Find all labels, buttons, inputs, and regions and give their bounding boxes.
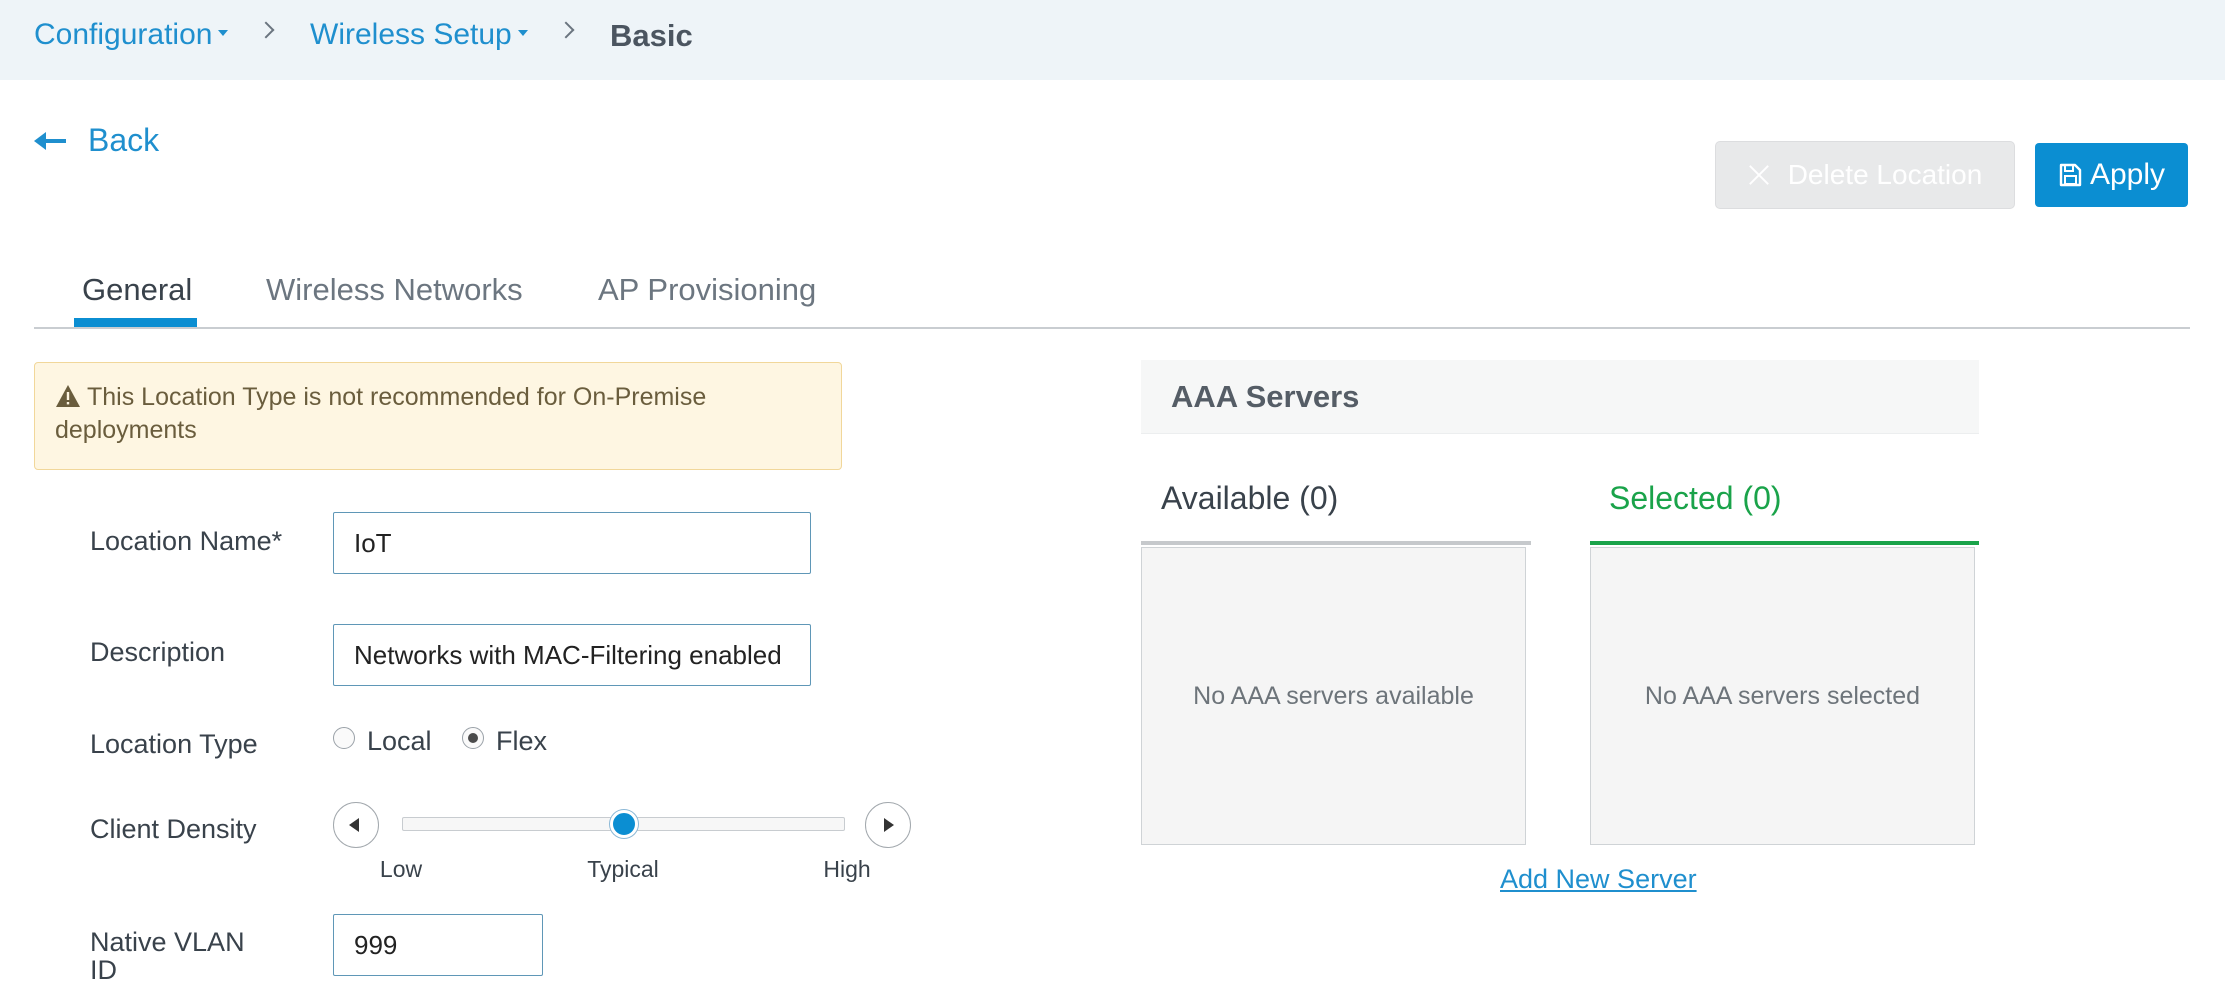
close-icon <box>1748 164 1770 186</box>
density-tick-low: Low <box>379 856 423 882</box>
selected-empty-text: No AAA servers selected <box>1644 681 1921 710</box>
delete-location-button[interactable]: Delete Location <box>1715 141 2015 209</box>
chevron-right-icon <box>557 21 575 39</box>
arrow-left-icon <box>34 131 66 151</box>
breadcrumb-bar: Configuration Wireless Setup Basic <box>0 0 2225 80</box>
density-tick-high: High <box>823 856 871 882</box>
warning-text: This Location Type is not recommended fo… <box>55 383 707 444</box>
available-servers-list: No AAA servers available <box>1141 547 1526 845</box>
radio-flex[interactable]: Flex <box>462 726 547 757</box>
selected-underline <box>1590 541 1979 545</box>
back-link[interactable]: Back <box>34 122 159 159</box>
apply-label: Apply <box>2089 158 2166 191</box>
description-input[interactable]: Networks with MAC-Filtering enabled <box>333 624 811 686</box>
available-underline <box>1141 541 1531 545</box>
breadcrumb-wireless-setup[interactable]: Wireless Setup <box>310 18 528 52</box>
native-vlan-label: Native VLAN ID <box>90 927 245 985</box>
radio-flex-circle[interactable] <box>462 726 484 749</box>
breadcrumb-current: Basic <box>610 18 693 53</box>
apply-button[interactable]: Apply <box>2035 143 2188 207</box>
tab-bar: General Wireless Networks AP Provisionin… <box>34 260 2190 329</box>
location-name-input[interactable]: IoT <box>333 512 811 574</box>
chevron-right-icon <box>257 21 275 39</box>
caret-left-icon <box>349 818 359 832</box>
tab-ap-provisioning[interactable]: AP Provisioning <box>598 272 816 308</box>
tab-wireless-networks[interactable]: Wireless Networks <box>266 272 523 308</box>
aaa-servers-header: AAA Servers <box>1141 360 1979 434</box>
density-slider-thumb[interactable] <box>609 810 638 838</box>
selected-servers-list: No AAA servers selected <box>1590 547 1975 845</box>
location-name-label: Location Name* <box>90 526 283 556</box>
breadcrumb-configuration[interactable]: Configuration <box>34 18 229 52</box>
location-type-label: Location Type <box>90 729 258 759</box>
tab-general[interactable]: General <box>82 272 192 308</box>
density-tick-typical: Typical <box>587 856 659 882</box>
description-label: Description <box>90 637 226 667</box>
caret-down-icon <box>517 30 528 36</box>
density-decrease-button[interactable] <box>333 802 379 848</box>
available-empty-text: No AAA servers available <box>1193 681 1474 710</box>
breadcrumb-wireless-setup-label: Wireless Setup <box>310 18 512 51</box>
radio-local-circle[interactable] <box>333 726 355 749</box>
radio-local[interactable]: Local <box>333 726 432 757</box>
breadcrumb-configuration-label: Configuration <box>34 18 213 51</box>
delete-location-label: Delete Location <box>1787 159 1983 190</box>
radio-local-label: Local <box>367 726 432 756</box>
back-label: Back <box>88 122 160 158</box>
tab-selected-servers[interactable]: Selected (0) <box>1609 480 1782 517</box>
caret-right-icon <box>884 818 894 832</box>
warning-banner: This Location Type is not recommended fo… <box>34 362 842 470</box>
radio-flex-label: Flex <box>496 726 548 756</box>
density-increase-button[interactable] <box>865 802 911 848</box>
native-vlan-input[interactable]: 999 <box>333 914 543 976</box>
save-icon <box>2059 163 2082 187</box>
warning-icon <box>56 385 80 407</box>
tab-available-servers[interactable]: Available (0) <box>1161 480 1338 517</box>
active-tab-indicator <box>74 318 197 327</box>
caret-down-icon <box>218 30 229 36</box>
client-density-label: Client Density <box>90 814 257 844</box>
add-new-server-link[interactable]: Add New Server <box>1500 864 1697 895</box>
